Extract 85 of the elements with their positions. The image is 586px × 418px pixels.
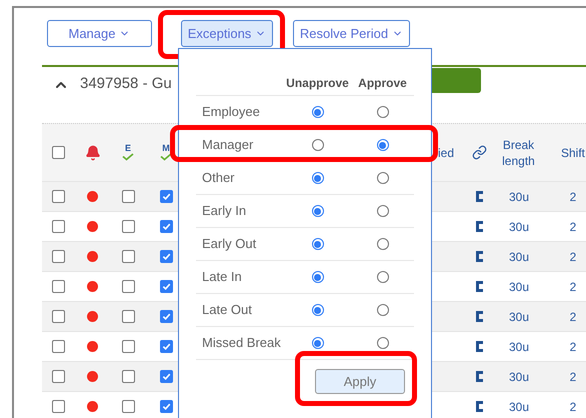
table-cell-text: 2 bbox=[570, 278, 576, 296]
bracket-icon bbox=[476, 371, 483, 382]
exception-label: Late In bbox=[201, 268, 243, 286]
checkbox[interactable] bbox=[122, 220, 134, 233]
table-cell-text: 2 bbox=[570, 248, 576, 266]
checkbox[interactable] bbox=[52, 340, 65, 353]
checkbox[interactable] bbox=[52, 190, 65, 203]
radio-button[interactable] bbox=[312, 337, 324, 349]
group-title: 3497958 - Gu bbox=[80, 74, 172, 94]
bracket-icon bbox=[476, 191, 483, 202]
table-cell-text: 30u bbox=[509, 248, 530, 266]
checkbox[interactable] bbox=[52, 250, 65, 263]
column-header[interactable]: ied bbox=[438, 144, 454, 160]
exception-label: Missed Break bbox=[201, 334, 282, 352]
radio-button[interactable] bbox=[376, 172, 388, 184]
bracket-icon bbox=[476, 311, 483, 322]
bracket-icon bbox=[476, 341, 483, 352]
column-header: Unapprove bbox=[285, 75, 350, 92]
radio-button[interactable] bbox=[312, 106, 324, 118]
toolbar-button[interactable]: Manage bbox=[47, 20, 152, 47]
table-cell-text: 30u bbox=[509, 188, 530, 206]
checkbox[interactable] bbox=[160, 370, 172, 383]
exception-label: Early Out bbox=[201, 235, 258, 254]
checkbox[interactable] bbox=[52, 146, 65, 159]
table-cell-text: 2 bbox=[570, 188, 576, 206]
checkbox[interactable] bbox=[122, 190, 134, 203]
exception-label: Employee bbox=[201, 103, 261, 122]
checkbox[interactable] bbox=[160, 250, 172, 263]
exception-label: Late Out bbox=[201, 301, 253, 320]
column-header: Approve bbox=[357, 75, 408, 92]
table-cell-text: 30u bbox=[509, 338, 530, 356]
checkbox[interactable] bbox=[52, 370, 65, 383]
checkbox[interactable] bbox=[122, 340, 134, 353]
table-cell-text: 30u bbox=[509, 278, 530, 296]
bracket-icon bbox=[476, 221, 483, 232]
checkbox[interactable] bbox=[160, 340, 172, 353]
radio-button[interactable] bbox=[312, 172, 324, 184]
checkbox[interactable] bbox=[122, 400, 134, 413]
radio-button[interactable] bbox=[376, 238, 388, 250]
column-header[interactable]: Break length bbox=[497, 136, 540, 168]
checkbox[interactable] bbox=[122, 370, 134, 383]
bracket-icon bbox=[476, 281, 483, 292]
checkbox[interactable] bbox=[160, 400, 172, 413]
checkbox[interactable] bbox=[160, 220, 172, 233]
table-cell-text: 2 bbox=[570, 338, 576, 356]
table-cell-text: 30u bbox=[509, 308, 530, 326]
table-cell-text: 30u bbox=[509, 398, 530, 416]
radio-button[interactable] bbox=[312, 139, 324, 151]
radio-button[interactable] bbox=[312, 271, 324, 283]
exception-label: Manager bbox=[201, 136, 254, 154]
table-cell-text: 30u bbox=[509, 218, 530, 236]
bell-icon bbox=[84, 144, 100, 160]
exception-label: Other bbox=[201, 169, 236, 188]
checkbox[interactable] bbox=[122, 310, 134, 323]
checkbox[interactable] bbox=[160, 280, 172, 293]
checkbox[interactable] bbox=[52, 400, 65, 413]
table-cell-text: 30u bbox=[509, 368, 530, 386]
checkbox[interactable] bbox=[52, 280, 65, 293]
column-header[interactable]: Shift bbox=[560, 144, 585, 160]
checkbox[interactable] bbox=[52, 220, 65, 233]
radio-button[interactable] bbox=[376, 271, 388, 283]
link-icon bbox=[472, 145, 487, 160]
radio-button[interactable] bbox=[376, 139, 388, 151]
radio-button[interactable] bbox=[376, 205, 388, 217]
checkbox[interactable] bbox=[160, 190, 172, 203]
radio-button[interactable] bbox=[376, 337, 388, 349]
toolbar-button[interactable]: Exceptions bbox=[181, 20, 273, 47]
radio-button[interactable] bbox=[312, 205, 324, 217]
table-cell-text: 2 bbox=[570, 368, 576, 386]
toolbar-button[interactable]: Resolve Period bbox=[293, 20, 410, 47]
table-cell-text: 2 bbox=[570, 218, 576, 236]
apply-button[interactable]: Apply bbox=[315, 369, 405, 394]
bracket-icon bbox=[476, 251, 483, 262]
checkbox[interactable] bbox=[160, 310, 172, 323]
checkbox[interactable] bbox=[122, 280, 134, 293]
radio-button[interactable] bbox=[312, 304, 324, 316]
table-cell-text: 2 bbox=[570, 398, 576, 416]
exception-label: Early In bbox=[201, 202, 248, 220]
checkbox[interactable] bbox=[52, 310, 65, 323]
radio-button[interactable] bbox=[312, 238, 324, 250]
radio-button[interactable] bbox=[376, 106, 388, 118]
bracket-icon bbox=[476, 401, 483, 412]
radio-button[interactable] bbox=[376, 304, 388, 316]
checkbox[interactable] bbox=[122, 250, 134, 263]
table-cell-text: 2 bbox=[570, 308, 576, 326]
